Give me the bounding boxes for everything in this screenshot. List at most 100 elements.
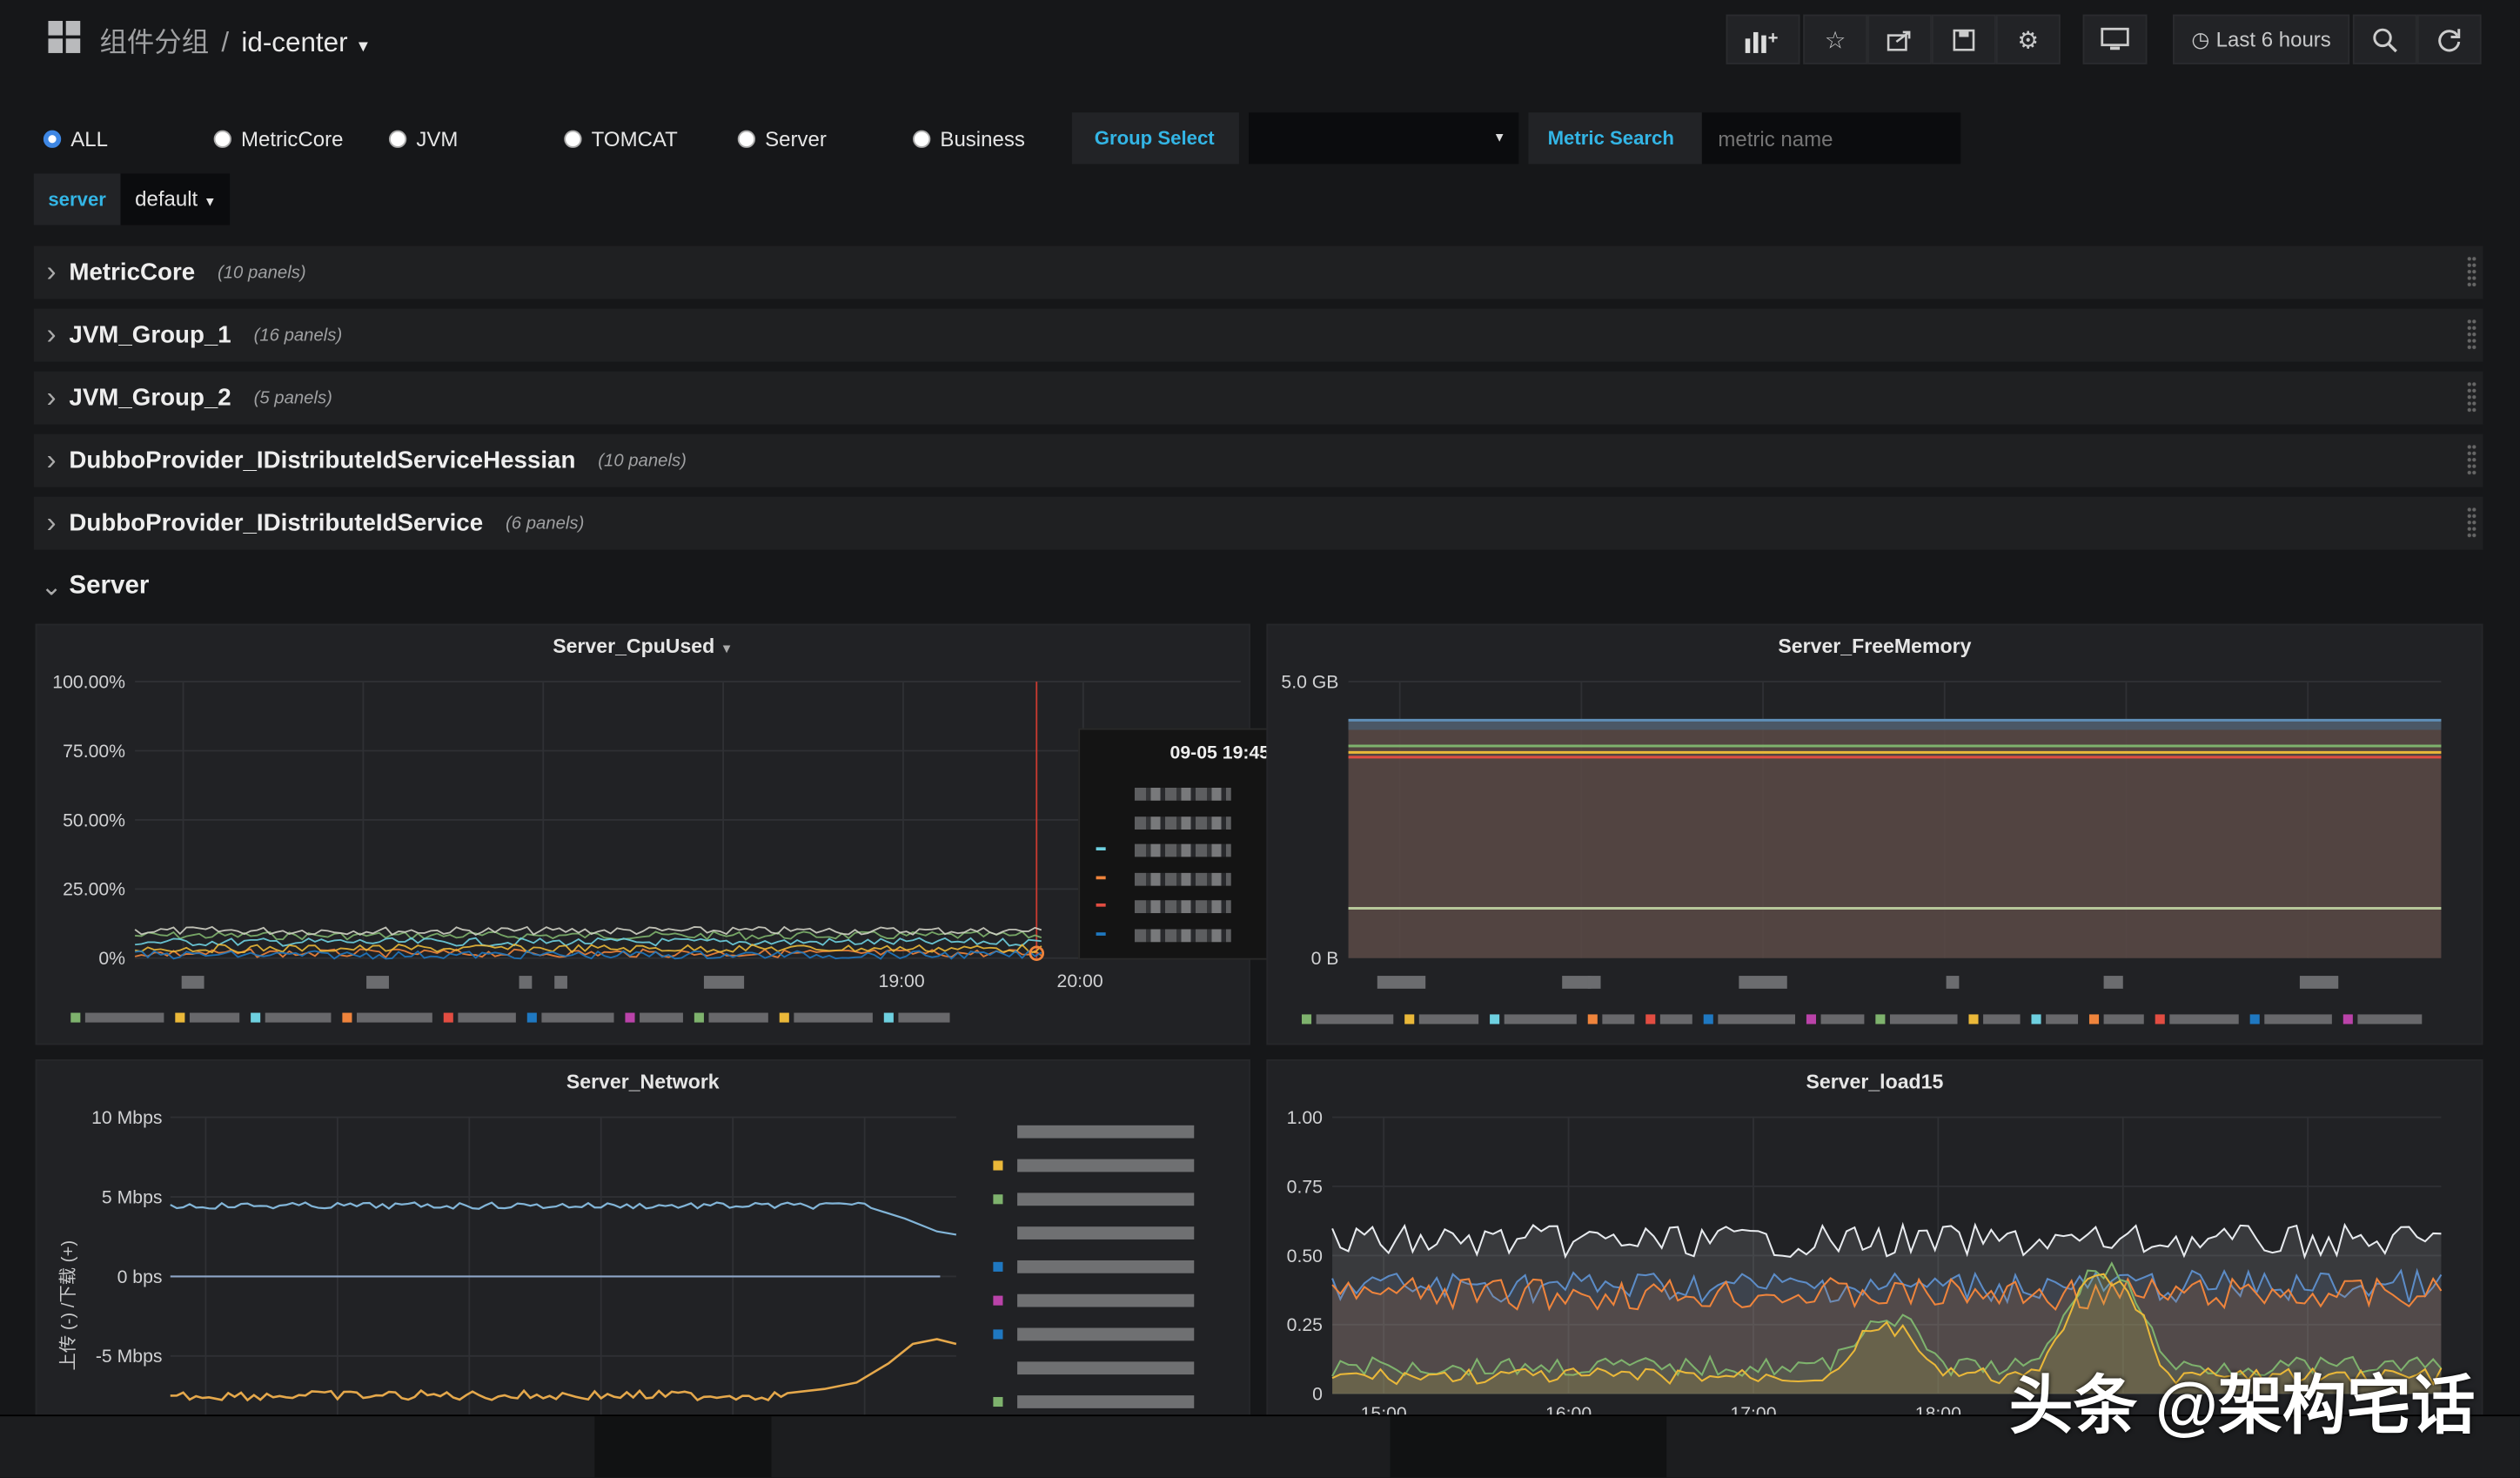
radio-button[interactable] bbox=[388, 130, 407, 148]
breadcrumb[interactable]: 组件分组 / id-center ▼ bbox=[100, 19, 372, 59]
memory-chart: 5.0 GB 0 B bbox=[1281, 672, 2442, 1025]
tooltip-series-name bbox=[1134, 843, 1231, 857]
drag-handle-icon[interactable] bbox=[2466, 380, 2477, 413]
row-panel-count: (5 panels) bbox=[253, 388, 332, 408]
y-tick-label: 75.00% bbox=[63, 742, 125, 762]
chevron-right-icon[interactable]: › bbox=[34, 381, 70, 415]
network-y-axis-label: 上传 (-) /下载 (+) bbox=[59, 1240, 79, 1371]
chevron-right-icon[interactable]: › bbox=[34, 507, 70, 541]
series-line bbox=[170, 1201, 957, 1236]
radio-button[interactable] bbox=[913, 130, 931, 148]
refresh-button[interactable] bbox=[2416, 14, 2482, 64]
add-panel-icon: + bbox=[1745, 28, 1779, 53]
drag-handle-icon[interactable] bbox=[2466, 318, 2477, 351]
row-title[interactable]: JVM_Group_1 bbox=[69, 321, 231, 348]
x-tick-blurred bbox=[519, 976, 533, 989]
dashboard-row-metriccore[interactable]: › MetricCore (10 panels) bbox=[33, 245, 2483, 299]
legend-label-blurred bbox=[1017, 1125, 1195, 1139]
tooltip-series-name bbox=[1134, 787, 1231, 801]
breadcrumb-separator: / bbox=[221, 27, 230, 58]
x-tick-blurred bbox=[1562, 976, 1592, 989]
radio-all[interactable]: ALL bbox=[43, 127, 108, 151]
x-tick-blurred bbox=[2103, 976, 2123, 989]
server-variable-value: default bbox=[135, 186, 198, 211]
row-title[interactable]: JVM_Group_2 bbox=[69, 384, 231, 411]
star-button[interactable]: ☆ bbox=[1803, 14, 1868, 64]
legend-label-blurred bbox=[1017, 1192, 1195, 1206]
dashboard-grid-icon[interactable] bbox=[48, 21, 81, 53]
row-title[interactable]: MetricCore bbox=[69, 259, 195, 286]
chevron-down-icon[interactable]: ⌄ bbox=[34, 570, 70, 602]
radio-server[interactable]: Server bbox=[737, 127, 827, 151]
legend-swatch bbox=[993, 1160, 1003, 1171]
legend-label-blurred bbox=[458, 1012, 516, 1023]
drag-handle-icon[interactable] bbox=[2466, 443, 2477, 476]
scroll-region[interactable] bbox=[594, 1416, 772, 1478]
row-title[interactable]: DubboProvider_IDistributeIdServiceHessia… bbox=[69, 447, 575, 474]
radio-button[interactable] bbox=[213, 130, 231, 148]
dashboard-row-jvm-group-1[interactable]: › JVM_Group_1 (16 panels) bbox=[33, 308, 2483, 362]
save-icon bbox=[1953, 28, 1975, 50]
dashboard-title[interactable]: id-center bbox=[241, 27, 347, 57]
legend-label-blurred bbox=[1820, 1014, 1865, 1025]
zoom-out-button[interactable] bbox=[2352, 14, 2417, 64]
legend-label-blurred bbox=[1983, 1014, 2021, 1025]
settings-button[interactable]: ⚙ bbox=[1995, 14, 2061, 64]
metric-search-input[interactable] bbox=[1701, 112, 1961, 165]
server-variable-dropdown[interactable]: default ▼ bbox=[120, 173, 231, 225]
legend-swatch bbox=[694, 1012, 704, 1023]
network-chart: 10 Mbps 5 Mbps 0 bps -5 Mbps bbox=[91, 1108, 1195, 1423]
series-line bbox=[170, 1338, 957, 1402]
scroll-region[interactable] bbox=[1390, 1416, 1667, 1478]
chevron-right-icon[interactable]: › bbox=[34, 444, 70, 478]
chevron-right-icon[interactable]: › bbox=[34, 256, 70, 290]
drag-handle-icon[interactable] bbox=[2466, 255, 2477, 288]
group-select-label: Group Select bbox=[1071, 112, 1239, 165]
clock-icon: ◷ bbox=[2191, 26, 2210, 51]
add-panel-button[interactable]: + bbox=[1726, 14, 1800, 64]
group-select-dropdown[interactable]: ▼ bbox=[1249, 112, 1519, 165]
caret-down-icon[interactable]: ▼ bbox=[355, 38, 371, 56]
breadcrumb-folder[interactable]: 组件分组 bbox=[100, 27, 210, 57]
radio-tomcat[interactable]: TOMCAT bbox=[564, 127, 678, 151]
y-tick-label: 0 bps bbox=[117, 1267, 163, 1287]
legend-swatch bbox=[1645, 1014, 1656, 1025]
cpu-chart: 100.00% 75.00% 50.00% 25.00% 0% 19:00 20:00 bbox=[52, 672, 1241, 1023]
chevron-right-icon[interactable]: › bbox=[34, 319, 70, 353]
legend-swatch bbox=[175, 1012, 185, 1023]
x-tick-blurred bbox=[1587, 976, 1601, 989]
radio-button[interactable] bbox=[43, 130, 62, 148]
legend-swatch bbox=[2249, 1014, 2260, 1025]
panel-server-freememory[interactable]: Server_FreeMemory 5.0 GB 0 B bbox=[1266, 623, 2483, 1045]
save-button[interactable] bbox=[1931, 14, 1996, 64]
radio-metriccore[interactable]: MetricCore bbox=[213, 127, 343, 151]
time-picker-button[interactable]: ◷ Last 6 hours bbox=[2173, 14, 2350, 64]
dashboard-row-jvm-group-2[interactable]: › JVM_Group_2 (5 panels) bbox=[33, 371, 2483, 425]
drag-handle-icon[interactable] bbox=[2466, 506, 2477, 539]
x-tick-blurred bbox=[1739, 976, 1787, 989]
row-title[interactable]: Server bbox=[69, 572, 149, 601]
dashboard-row-dubboprovider-idistributeidservice[interactable]: › DubboProvider_IDistributeIdService (6 pa… bbox=[33, 496, 2483, 550]
gear-icon: ⚙ bbox=[2017, 26, 2040, 54]
row-title[interactable]: DubboProvider_IDistributeIdService bbox=[69, 509, 483, 536]
legend-swatch bbox=[251, 1012, 261, 1023]
tooltip-series-name bbox=[1134, 871, 1231, 885]
share-button[interactable] bbox=[1867, 14, 1932, 64]
radio-jvm[interactable]: JVM bbox=[388, 127, 458, 151]
panel-server-cpuused[interactable]: Server_CpuUsed ▼ 100.00% 75.00% 50.00% 25.0… bbox=[35, 623, 1349, 1045]
legend-label-blurred bbox=[541, 1012, 614, 1023]
radio-button[interactable] bbox=[737, 130, 756, 148]
panel-server-network[interactable]: Server_Network 10 Mbps 5 Mbps 0 bps -5 Mbps… bbox=[35, 1059, 1250, 1433]
radio-button[interactable] bbox=[564, 130, 582, 148]
dashboard-row-dubboprovider-idistributeidservicehessian[interactable]: › DubboProvider_IDistributeIdServiceHessi… bbox=[33, 433, 2483, 487]
y-tick-label: -5 Mbps bbox=[96, 1347, 163, 1367]
tooltip-series-swatch bbox=[1096, 875, 1106, 879]
x-tick-blurred bbox=[2299, 976, 2339, 989]
dashboard-row-server[interactable]: ⌄ Server bbox=[34, 560, 2483, 613]
radio-business[interactable]: Business bbox=[913, 127, 1025, 151]
tv-mode-button[interactable] bbox=[2082, 14, 2148, 64]
area-fill bbox=[1348, 720, 2442, 958]
legend-swatch bbox=[2031, 1014, 2041, 1025]
tooltip-series-name bbox=[1134, 816, 1231, 830]
legend-swatch bbox=[1490, 1014, 1500, 1025]
